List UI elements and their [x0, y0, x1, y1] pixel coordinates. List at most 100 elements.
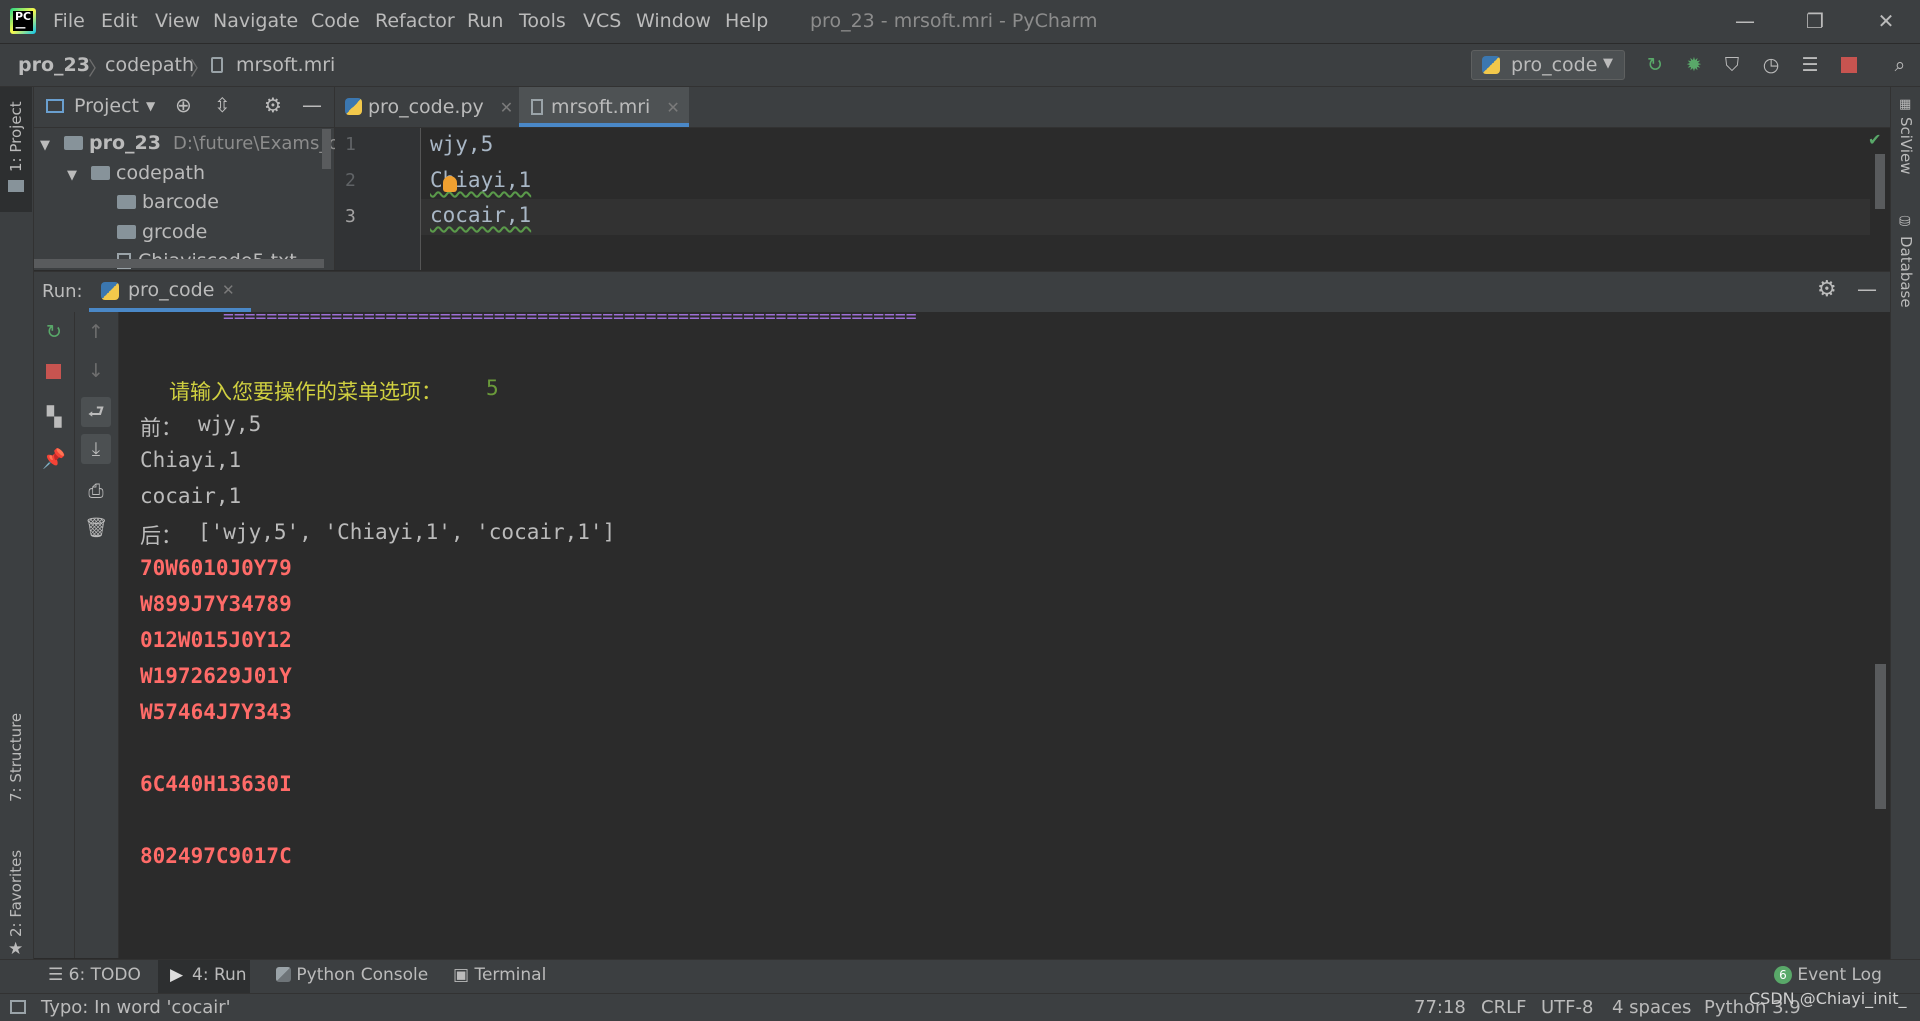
- gear-icon[interactable]: ⚙: [1817, 277, 1837, 302]
- python-console-tool-tab[interactable]: Python Console: [276, 965, 428, 985]
- chevron-down-icon[interactable]: ▼: [146, 99, 155, 113]
- project-view-icon: [46, 99, 64, 113]
- sciview-tab-label: SciView: [1897, 117, 1915, 175]
- profile-icon[interactable]: ◷: [1759, 53, 1783, 77]
- breadcrumb-folder[interactable]: codepath: [105, 54, 194, 76]
- arrow-down-icon[interactable]: ↓: [81, 356, 111, 386]
- vertical-scrollbar[interactable]: [322, 129, 331, 169]
- project-tool-tab[interactable]: 1: Project: [0, 87, 32, 212]
- python-icon: [1482, 56, 1500, 74]
- menu-file[interactable]: File: [53, 10, 85, 34]
- project-panel: Project ▼ ⊕ ⇳ ⚙ — ▼ pro_23 D:\future\Exam…: [34, 87, 356, 270]
- hide-panel-icon[interactable]: —: [1857, 277, 1877, 301]
- tree-item-grcode[interactable]: grcode: [117, 221, 207, 243]
- folder-icon: [8, 180, 24, 192]
- breadcrumb-file[interactable]: mrsoft.mri: [236, 54, 335, 76]
- line-separator[interactable]: CRLF: [1481, 997, 1526, 1018]
- database-tool-tab[interactable]: ⛁ Database: [1891, 214, 1920, 334]
- tool-window-bar: ☰ 6: TODO ▶ 4: Run Python Console ▣ Term…: [0, 959, 1920, 993]
- menu-code[interactable]: Code: [311, 10, 360, 34]
- expand-arrow-icon[interactable]: ▼: [40, 138, 50, 153]
- menu-help[interactable]: Help: [725, 10, 768, 34]
- lightbulb-icon[interactable]: [443, 176, 457, 192]
- event-log-tool-tab[interactable]: 6 Event Log: [1774, 965, 1882, 985]
- python-icon: [101, 282, 119, 300]
- console-input: 5: [486, 376, 499, 400]
- close-tab-icon[interactable]: ✕: [222, 281, 235, 299]
- tree-item-barcode[interactable]: barcode: [117, 191, 219, 213]
- stop-icon[interactable]: [1841, 57, 1857, 73]
- sciview-tool-tab[interactable]: ▦ SciView: [1891, 97, 1920, 212]
- search-icon[interactable]: ⌕: [1888, 53, 1912, 77]
- print-icon[interactable]: ⎙: [81, 476, 111, 506]
- console-before-label: 前：: [140, 416, 182, 440]
- run-tab-pro-code[interactable]: pro_code ✕: [89, 272, 251, 312]
- csdn-watermark: CSDN @Chiayi_init_: [1749, 989, 1907, 1008]
- menu-tools[interactable]: Tools: [519, 10, 566, 34]
- concurrency-icon[interactable]: ☰: [1798, 53, 1822, 77]
- code-editor[interactable]: wjy,5 Chiayi,1 cocair,1 ✔: [335, 128, 1890, 270]
- terminal-tab-label: Terminal: [474, 965, 547, 985]
- menu-window[interactable]: Window: [636, 10, 711, 34]
- structure-tool-tab[interactable]: 7: Structure: [0, 677, 32, 817]
- todo-tool-tab[interactable]: ☰ 6: TODO: [48, 965, 141, 985]
- scroll-to-end-icon[interactable]: ⤓: [81, 434, 111, 464]
- menu-navigate[interactable]: Navigate: [213, 10, 298, 34]
- menu-view[interactable]: View: [155, 10, 200, 34]
- layout-icon[interactable]: ▚: [39, 402, 69, 432]
- run-config-selector[interactable]: pro_code ▼: [1471, 50, 1625, 80]
- favorites-tool-tab[interactable]: 2: Favorites ★: [0, 822, 32, 959]
- tab-mrsoft-mri[interactable]: mrsoft.mri ✕: [519, 87, 689, 127]
- run-tool-tab[interactable]: ▶ 4: Run: [158, 960, 250, 993]
- breadcrumb-project[interactable]: pro_23: [18, 54, 90, 76]
- caret-position[interactable]: 77:18: [1414, 997, 1466, 1018]
- code-line-3[interactable]: cocair,1: [430, 203, 531, 227]
- console-scrollbar[interactable]: [1875, 664, 1886, 809]
- project-panel-header: Project ▼ ⊕ ⇳ ⚙ —: [34, 87, 334, 128]
- file-encoding[interactable]: UTF-8: [1541, 997, 1593, 1018]
- minimize-button[interactable]: —: [1722, 6, 1768, 36]
- run-console[interactable]: ========================================…: [119, 312, 1890, 958]
- stop-icon[interactable]: [46, 364, 61, 379]
- toggle-tool-windows-icon[interactable]: [10, 1000, 26, 1014]
- expand-arrow-icon[interactable]: ▼: [67, 168, 77, 183]
- menu-run[interactable]: Run: [467, 10, 503, 34]
- menu-edit[interactable]: Edit: [101, 10, 138, 34]
- rerun-icon[interactable]: ↻: [39, 317, 69, 347]
- soft-wrap-icon[interactable]: ⮐: [81, 397, 111, 427]
- horizontal-scrollbar[interactable]: [34, 259, 324, 268]
- checkmark-icon: ✔: [1868, 130, 1882, 149]
- code-line-1[interactable]: wjy,5: [430, 132, 493, 156]
- restore-button[interactable]: ❐: [1792, 6, 1838, 36]
- coverage-icon[interactable]: ⛉: [1720, 53, 1744, 77]
- hide-panel-icon[interactable]: —: [302, 93, 322, 117]
- tree-item-label: codepath: [116, 162, 206, 184]
- collapse-all-icon[interactable]: ⇳: [214, 93, 231, 117]
- indent-setting[interactable]: 4 spaces: [1612, 997, 1691, 1018]
- terminal-tool-tab[interactable]: ▣ Terminal: [453, 965, 546, 985]
- close-tab-icon[interactable]: ✕: [666, 98, 679, 117]
- play-icon: ▶: [170, 965, 184, 985]
- todo-tab-label: 6: TODO: [68, 965, 141, 985]
- navigation-bar: pro_23 〉 codepath 〉 mrsoft.mri pro_code …: [0, 44, 1920, 87]
- trash-icon[interactable]: 🗑: [81, 513, 111, 543]
- project-view-selector[interactable]: Project: [74, 95, 139, 117]
- event-log-tab-label: Event Log: [1797, 965, 1882, 985]
- tree-item-codepath[interactable]: ▼ codepath: [67, 162, 205, 184]
- rerun-icon[interactable]: ↻: [1643, 53, 1667, 77]
- chevron-down-icon: ▼: [1603, 56, 1613, 71]
- locate-icon[interactable]: ⊕: [175, 93, 192, 117]
- debug-icon[interactable]: ✹: [1682, 53, 1706, 77]
- close-tab-icon[interactable]: ✕: [500, 98, 513, 117]
- console-line: wjy,5: [198, 412, 262, 436]
- database-tab-label: Database: [1897, 236, 1915, 308]
- pin-icon[interactable]: 📌: [39, 444, 69, 474]
- menu-refactor[interactable]: Refactor: [375, 10, 455, 34]
- arrow-up-icon[interactable]: ↑: [81, 317, 111, 347]
- gear-icon[interactable]: ⚙: [264, 93, 282, 117]
- close-button[interactable]: ✕: [1863, 6, 1909, 36]
- tab-pro-code-py[interactable]: pro_code.py ✕: [345, 87, 515, 127]
- tree-item-project-root[interactable]: ▼ pro_23 D:\future\Exams_or_: [40, 132, 356, 154]
- menu-vcs[interactable]: VCS: [583, 10, 621, 34]
- editor-scrollbar[interactable]: [1875, 154, 1885, 209]
